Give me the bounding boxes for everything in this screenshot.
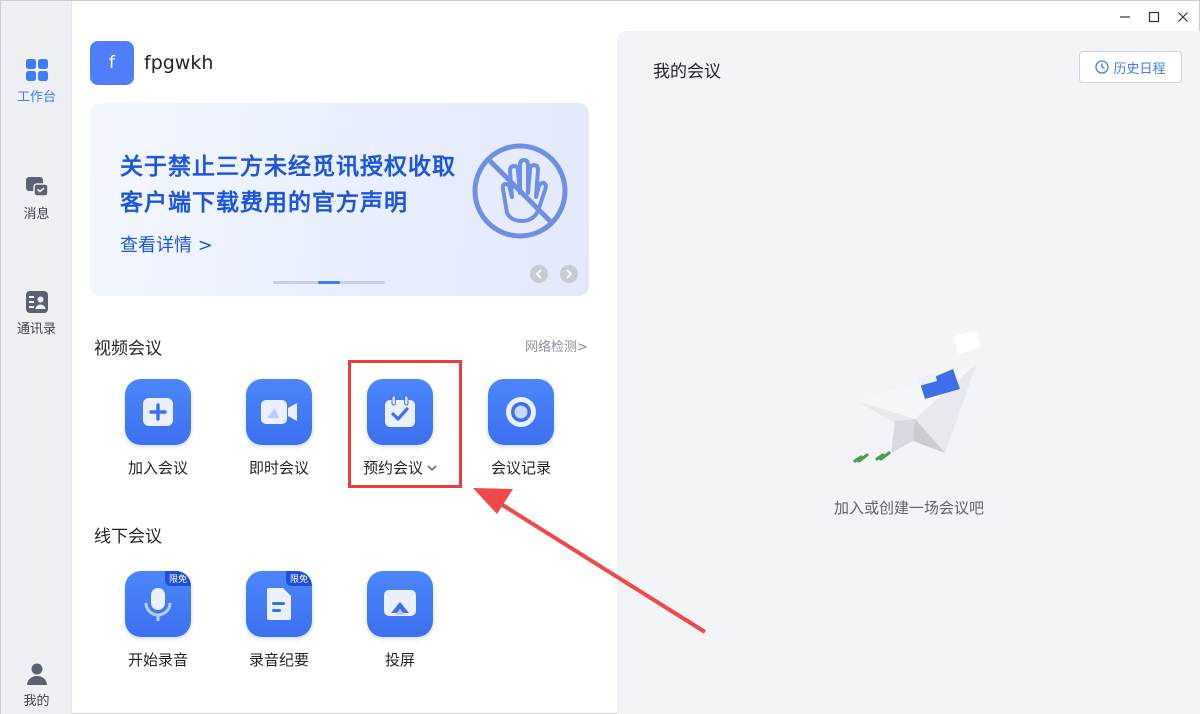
maximize-icon (1148, 11, 1160, 23)
clock-icon (1095, 60, 1110, 74)
plus-icon (143, 398, 173, 426)
tile-label: 即时会议 (248, 459, 309, 477)
tile-label: 投屏 (384, 651, 415, 669)
network-check-link[interactable]: 网络检测> (525, 336, 588, 355)
annotation-highlight-box (348, 360, 462, 488)
rail-item-label: 我的 (23, 694, 50, 709)
user-name: fpgwkh (144, 52, 214, 74)
empty-state-text: 加入或创建一场会议吧 (833, 499, 984, 517)
rail-item-contacts[interactable]: 通讯录 (1, 290, 72, 337)
free-badge: 限免 (285, 571, 312, 586)
contacts-icon (25, 291, 48, 313)
paper-plane-illustration (853, 330, 981, 463)
free-badge: 限免 (164, 571, 191, 586)
minimize-icon (1120, 16, 1130, 18)
recording-summary-tile[interactable]: 限免 录音纪要 (234, 571, 324, 670)
panel-title: 我的会议 (653, 62, 721, 82)
rail-item-me[interactable]: 我的 (1, 662, 72, 709)
tile-label: 开始录音 (127, 651, 188, 669)
history-schedule-label: 历史日程 (1113, 61, 1166, 77)
video-camera-icon (261, 400, 297, 424)
announcement-banner[interactable]: 关于禁止三方未经觅讯授权收取客户端下载费用的官方声明 查看详情 > (90, 103, 589, 296)
chevron-left-icon (535, 269, 542, 279)
tile-label: 录音纪要 (248, 651, 309, 669)
recording-summary-button[interactable]: 限免 (246, 571, 312, 637)
history-schedule-button[interactable]: 历史日程 (1079, 51, 1182, 83)
rail-item-workbench[interactable]: 工作台 (1, 58, 72, 105)
tile-label: 会议记录 (490, 459, 551, 477)
instant-meeting-button[interactable] (246, 379, 312, 445)
person-icon (26, 663, 47, 685)
carousel-prev-button[interactable] (530, 265, 548, 283)
record-icon (506, 397, 536, 427)
microphone-icon (144, 588, 172, 621)
screen-cast-button[interactable] (367, 571, 433, 637)
meeting-records-tile[interactable]: 会议记录 (476, 379, 566, 478)
rail-item-messages[interactable]: 消息 (1, 175, 72, 222)
no-hand-icon (472, 143, 568, 239)
close-button[interactable] (1173, 7, 1193, 27)
section-title-video-meetings: 视频会议 (94, 339, 162, 359)
cast-screen-icon (384, 590, 416, 616)
chevron-right-icon (566, 269, 573, 279)
app-window: 工作台 消息 通讯录 我的 f fpgwkh 关于禁止三方未经觅讯授权收取客户端… (0, 0, 1200, 714)
start-recording-tile[interactable]: 限免 开始录音 (113, 571, 203, 670)
carousel-indicator[interactable] (273, 281, 385, 284)
chat-icon (25, 177, 49, 197)
carousel-next-button[interactable] (560, 265, 578, 283)
banner-details-link[interactable]: 查看详情 > (120, 231, 213, 257)
close-icon (1178, 12, 1188, 22)
my-meetings-panel: 我的会议 历史日程 加入或创建一场会议吧 (617, 31, 1200, 714)
grid-icon (25, 59, 48, 81)
screen-cast-tile[interactable]: 投屏 (355, 571, 445, 670)
left-nav-rail: 工作台 消息 通讯录 我的 (1, 1, 72, 714)
rail-item-label: 通讯录 (16, 322, 56, 337)
instant-meeting-tile[interactable]: 即时会议 (234, 379, 324, 478)
minimize-button[interactable] (1115, 7, 1135, 27)
meeting-records-button[interactable] (488, 379, 554, 445)
document-icon (267, 588, 291, 620)
tile-label: 加入会议 (127, 459, 188, 477)
join-meeting-tile[interactable]: 加入会议 (113, 379, 203, 478)
join-meeting-button[interactable] (125, 379, 191, 445)
maximize-button[interactable] (1144, 7, 1164, 27)
rail-item-label: 消息 (23, 207, 50, 222)
rail-item-label: 工作台 (16, 90, 56, 105)
avatar[interactable]: f (90, 41, 134, 85)
start-recording-button[interactable]: 限免 (125, 571, 191, 637)
banner-title: 关于禁止三方未经觅讯授权收取客户端下载费用的官方声明 (120, 154, 456, 216)
section-title-offline-meetings: 线下会议 (94, 527, 162, 547)
